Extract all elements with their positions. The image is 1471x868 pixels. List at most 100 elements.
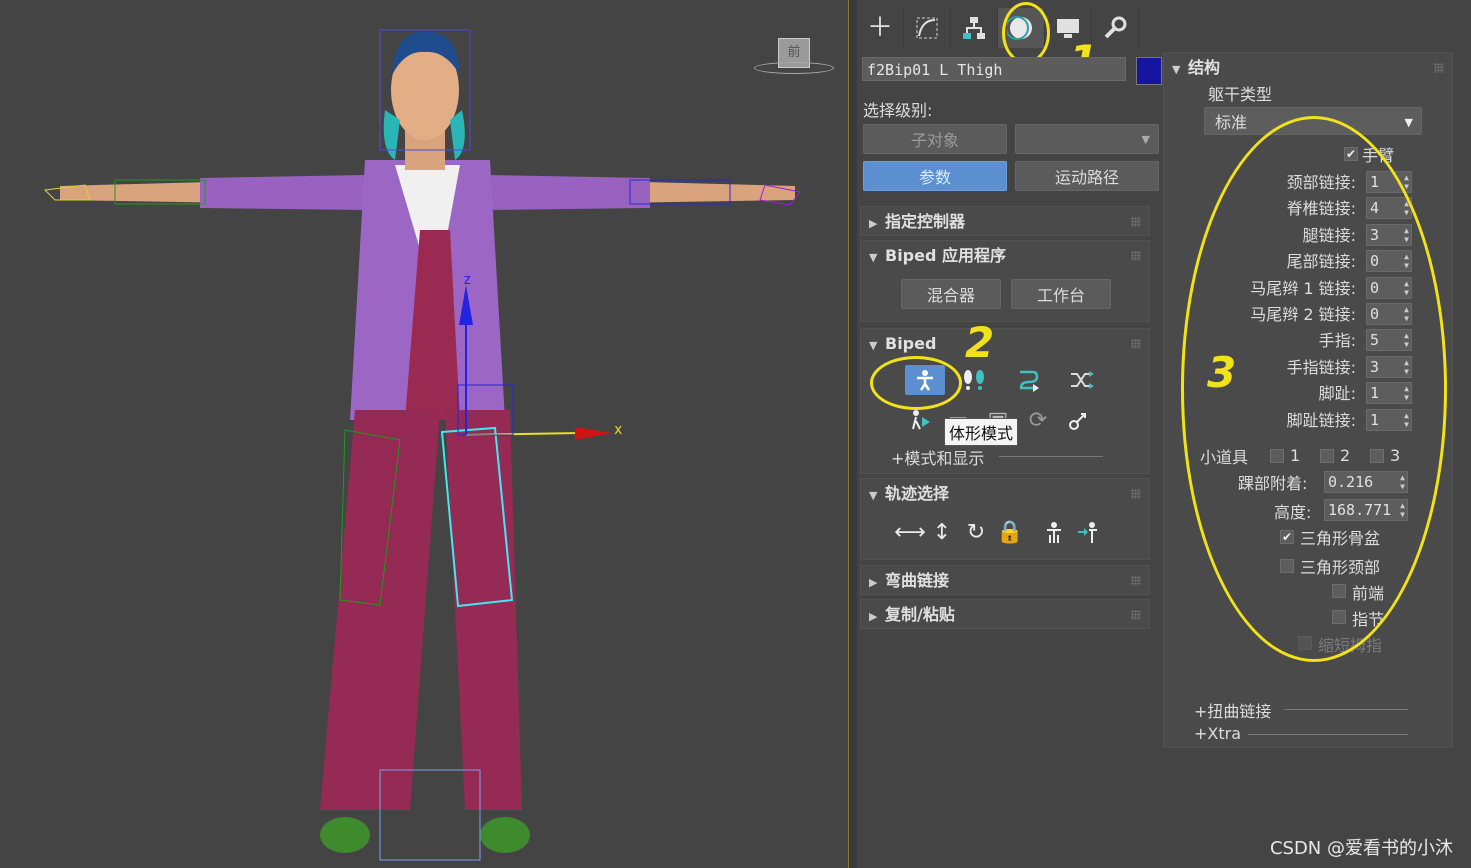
grip-icon <box>1131 576 1141 586</box>
twist-links-expander[interactable]: +扭曲链接 <box>1194 698 1271 722</box>
sub-object-label: 子对象 <box>910 131 959 150</box>
rollout-head[interactable]: ▼ Biped 应用程序 <box>869 241 1006 271</box>
collapse-down-icon: ▼ <box>869 489 878 502</box>
rollout-title: 轨迹选择 <box>885 484 950 503</box>
collapse-down-icon: ▼ <box>869 251 878 264</box>
viewcube-ring[interactable] <box>754 62 834 74</box>
grip-icon <box>1131 251 1141 261</box>
object-color-swatch[interactable] <box>1136 57 1162 85</box>
workbench-button[interactable]: 工作台 <box>1011 279 1111 309</box>
grip-icon <box>1131 217 1141 227</box>
rollout-title: 复制/粘贴 <box>885 605 955 624</box>
convert-icon[interactable]: ⟳ <box>1023 405 1053 435</box>
rollout-title: Biped 应用程序 <box>885 246 1007 265</box>
grip-icon <box>1131 489 1141 499</box>
divider <box>999 456 1103 457</box>
collapse-down-icon: ▼ <box>869 339 878 352</box>
axis-z-label: z <box>463 272 472 288</box>
hierarchy-icon <box>963 17 985 39</box>
rollout-head[interactable]: ▼ 结构 <box>1172 53 1220 83</box>
workbench-label: 工作台 <box>1036 286 1085 305</box>
motion-path-label: 运动路径 <box>1054 168 1119 187</box>
mixer-label: 混合器 <box>926 286 975 305</box>
highlight-ellipse-1 <box>1002 2 1050 64</box>
annotation-3: 3 <box>1207 348 1237 397</box>
wrench-icon <box>1104 16 1127 39</box>
spinner-arrows-icon: ▲ ▼ <box>1404 173 1409 191</box>
tab-hierarchy[interactable] <box>951 8 998 48</box>
annotation-2: 2 <box>965 318 995 367</box>
torso-type-value: 标准 <box>1215 113 1248 132</box>
rollout-copy-paste[interactable]: ▶ 复制/粘贴 <box>860 599 1150 629</box>
grip-icon <box>1434 63 1444 73</box>
rollout-biped-apps: ▼ Biped 应用程序 混合器 工作台 <box>860 240 1150 322</box>
viewcube-label: 前 <box>787 45 801 60</box>
modes-display-expander[interactable]: +模式和显示 <box>891 445 984 469</box>
rollout-bend-links[interactable]: ▶ 弯曲链接 <box>860 565 1150 595</box>
divider <box>1248 734 1408 735</box>
motion-path-button[interactable]: 运动路径 <box>1015 161 1159 191</box>
collapse-down-icon: ▼ <box>1172 63 1181 76</box>
motion-flow-button[interactable] <box>1013 365 1043 395</box>
biped-figure[interactable] <box>0 0 848 868</box>
symmetrical-button[interactable] <box>1039 517 1069 547</box>
axis-x-label: x <box>614 422 623 438</box>
viewport-front[interactable]: 前 x z <box>0 0 848 868</box>
tab-utilities[interactable] <box>1092 8 1139 48</box>
sub-object-button[interactable]: 子对象 <box>863 124 1007 154</box>
left-leg <box>320 410 440 810</box>
figure-mode-tooltip: 体形模式 <box>944 418 1019 446</box>
sub-object-dropdown[interactable]: ▼ <box>1015 124 1159 154</box>
divider <box>1284 709 1408 710</box>
selection-level-label: 选择级别: <box>863 101 933 120</box>
move-all-icon <box>1069 413 1086 430</box>
rollout-title: 结构 <box>1188 58 1221 77</box>
shuffle-icon <box>1071 371 1094 389</box>
lock-cog-button[interactable]: 🔒 <box>995 517 1025 547</box>
symmetrical-icon <box>1047 522 1061 543</box>
left-foot <box>320 817 370 853</box>
play-biped-icon <box>912 410 930 430</box>
rotate-icon: ↻ <box>966 519 986 545</box>
rollout-head[interactable]: ▼ Biped <box>869 329 936 359</box>
chevron-down-icon: ▼ <box>1141 133 1150 146</box>
chevron-down-icon: ▼ <box>1404 116 1413 129</box>
opposite-button[interactable] <box>1073 517 1103 547</box>
command-panel: ＋ 1 f2Bip01 L Thigh 选择级别: 子对象 ▼ 参数 运动路径 … <box>857 0 1471 868</box>
rollout-title: 弯曲链接 <box>885 571 950 590</box>
tab-create[interactable]: ＋ <box>857 8 904 48</box>
expand-right-icon: ▶ <box>869 576 878 589</box>
expand-right-icon: ▶ <box>869 217 878 230</box>
body-rotation-button[interactable]: ↻ <box>961 517 991 547</box>
tab-modify[interactable] <box>904 8 951 48</box>
move-all-mode-button[interactable] <box>1063 405 1093 435</box>
grip-icon <box>1131 339 1141 349</box>
opposite-icon <box>1078 522 1097 543</box>
gizmo-x-arrow <box>575 427 612 440</box>
rollout-assign-controller[interactable]: ▶ 指定控制器 <box>860 206 1150 236</box>
rollout-title: 指定控制器 <box>885 212 966 231</box>
lock-icon: 🔒 <box>996 519 1024 545</box>
mixer-button[interactable]: 混合器 <box>901 279 1001 309</box>
expand-right-icon: ▶ <box>869 610 878 623</box>
grip-icon <box>1131 610 1141 620</box>
object-name-field[interactable]: f2Bip01 L Thigh <box>862 57 1126 81</box>
body-vertical-button[interactable]: ↕ <box>927 517 957 547</box>
parameters-button[interactable]: 参数 <box>863 161 1007 191</box>
xtra-expander[interactable]: +Xtra <box>1194 724 1241 743</box>
plus-icon: ＋ <box>866 13 893 43</box>
highlight-ellipse-2 <box>870 356 962 410</box>
body-horizontal-button[interactable]: ⟷ <box>894 517 926 547</box>
right-sleeve <box>485 175 650 210</box>
right-leg <box>445 410 522 810</box>
mixer-mode-button[interactable] <box>1067 365 1097 395</box>
rollout-head[interactable]: ▼ 轨迹选择 <box>869 479 949 509</box>
watermark: CSDN @爱看书的小沐 <box>1269 838 1453 859</box>
modify-curve-icon <box>916 17 938 39</box>
motion-flow-icon <box>1019 370 1039 392</box>
left-sleeve <box>200 175 365 210</box>
footstep-mode-button[interactable] <box>959 365 989 395</box>
torso-type-label: 躯干类型 <box>1208 85 1273 104</box>
horizontal-arrows-icon: ⟷ <box>894 519 926 545</box>
viewport-divider[interactable] <box>848 0 857 868</box>
